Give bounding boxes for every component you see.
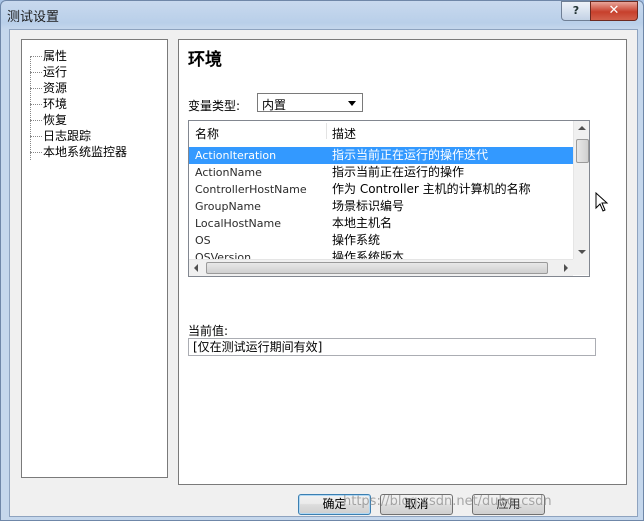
window-title: 测试设置 <box>7 10 60 25</box>
chevron-down-icon <box>348 101 356 106</box>
vertical-scroll-thumb[interactable] <box>576 139 589 163</box>
scrollbar-corner <box>573 259 589 275</box>
row-description: 操作系统版本 <box>332 250 405 259</box>
tree-item-log-tracking[interactable]: 日志跟踪 <box>30 128 91 144</box>
column-header-name[interactable]: 名称 <box>195 125 219 142</box>
table-row[interactable]: ActionName 指示当前正在运行的操作 <box>189 164 573 181</box>
horizontal-scroll-thumb[interactable] <box>206 262 548 274</box>
column-divider[interactable] <box>326 123 327 139</box>
row-description: 作为 Controller 主机的计算机的名称 <box>332 182 531 196</box>
row-name: OS <box>195 234 211 247</box>
vertical-scrollbar[interactable] <box>573 121 589 259</box>
title-bar[interactable]: 测试设置 ? ✕ <box>1 1 643 27</box>
tree-item-label: 恢复 <box>43 113 68 127</box>
tree-item-run[interactable]: 运行 <box>30 64 67 80</box>
column-header-description[interactable]: 描述 <box>332 125 356 142</box>
tree-item-label: 环境 <box>43 97 68 111</box>
table-row[interactable]: ControllerHostName 作为 Controller 主机的计算机的… <box>189 181 573 198</box>
row-name: ActionName <box>195 166 262 179</box>
tree-item-recovery[interactable]: 恢复 <box>30 112 67 128</box>
scroll-left-icon[interactable] <box>194 264 198 272</box>
row-description: 本地主机名 <box>332 216 393 230</box>
tree-item-environment[interactable]: 环境 <box>30 96 67 112</box>
section-title: 环境 <box>188 50 222 70</box>
tree-item-properties[interactable]: 属性 <box>30 48 67 64</box>
dialog-window: 测试设置 ? ✕ 属性 运行 资源 环境 恢复 日志跟踪 本地系统监控器 环境 … <box>0 0 644 521</box>
close-button[interactable]: ✕ <box>590 1 638 21</box>
list-header: 名称 描述 <box>189 121 573 141</box>
tree-item-resources[interactable]: 资源 <box>30 80 67 96</box>
row-description: 场景标识编号 <box>332 199 405 213</box>
row-description: 操作系统 <box>332 233 381 247</box>
help-button[interactable]: ? <box>561 1 591 21</box>
current-value-field: [仅在测试运行期间有效] <box>188 338 596 356</box>
row-name: OSVersion <box>195 251 252 259</box>
settings-tree: 属性 运行 资源 环境 恢复 日志跟踪 本地系统监控器 <box>21 39 168 478</box>
tree-item-label: 属性 <box>43 49 68 63</box>
tree-item-label: 运行 <box>43 65 68 79</box>
current-value-label: 当前值: <box>188 324 229 338</box>
scroll-up-icon[interactable] <box>578 126 586 130</box>
row-description: 指示当前正在运行的操作 <box>332 165 465 179</box>
table-row[interactable]: GroupName 场景标识编号 <box>189 198 573 215</box>
scroll-down-icon[interactable] <box>578 250 586 254</box>
variable-type-label: 变量类型: <box>188 99 241 113</box>
tree-item-label: 资源 <box>43 81 68 95</box>
row-name: GroupName <box>195 200 261 213</box>
variable-type-select[interactable]: 内置 <box>257 93 363 112</box>
row-name: LocalHostName <box>195 217 282 230</box>
watermark-text: https://blog.csdn.net/dubo_csdn <box>343 494 552 509</box>
row-name: ActionIteration <box>195 149 277 162</box>
mouse-cursor-icon <box>595 192 609 212</box>
tree-item-label: 本地系统监控器 <box>43 145 128 159</box>
tree-item-local-system-monitor[interactable]: 本地系统监控器 <box>30 144 127 160</box>
table-row[interactable]: OS 操作系统 <box>189 232 573 249</box>
variable-type-value: 内置 <box>262 98 287 112</box>
tree-item-label: 日志跟踪 <box>43 129 92 143</box>
table-row[interactable]: ActionIteration 指示当前正在运行的操作迭代 <box>189 147 573 164</box>
environment-panel: 环境 变量类型: 内置 名称 描述 ActionIteration 指示当前正在… <box>178 39 627 485</box>
dialog-client-area: 属性 运行 资源 环境 恢复 日志跟踪 本地系统监控器 环境 变量类型: 内置 … <box>9 29 638 517</box>
variables-list[interactable]: 名称 描述 ActionIteration 指示当前正在运行的操作迭代 Acti… <box>188 120 590 277</box>
row-name: ControllerHostName <box>195 183 307 196</box>
table-row[interactable]: OSVersion 操作系统版本 <box>189 249 573 259</box>
row-description: 指示当前正在运行的操作迭代 <box>332 148 489 162</box>
scroll-right-icon[interactable] <box>564 264 568 272</box>
table-row[interactable]: LocalHostName 本地主机名 <box>189 215 573 232</box>
horizontal-scrollbar[interactable] <box>189 259 573 276</box>
